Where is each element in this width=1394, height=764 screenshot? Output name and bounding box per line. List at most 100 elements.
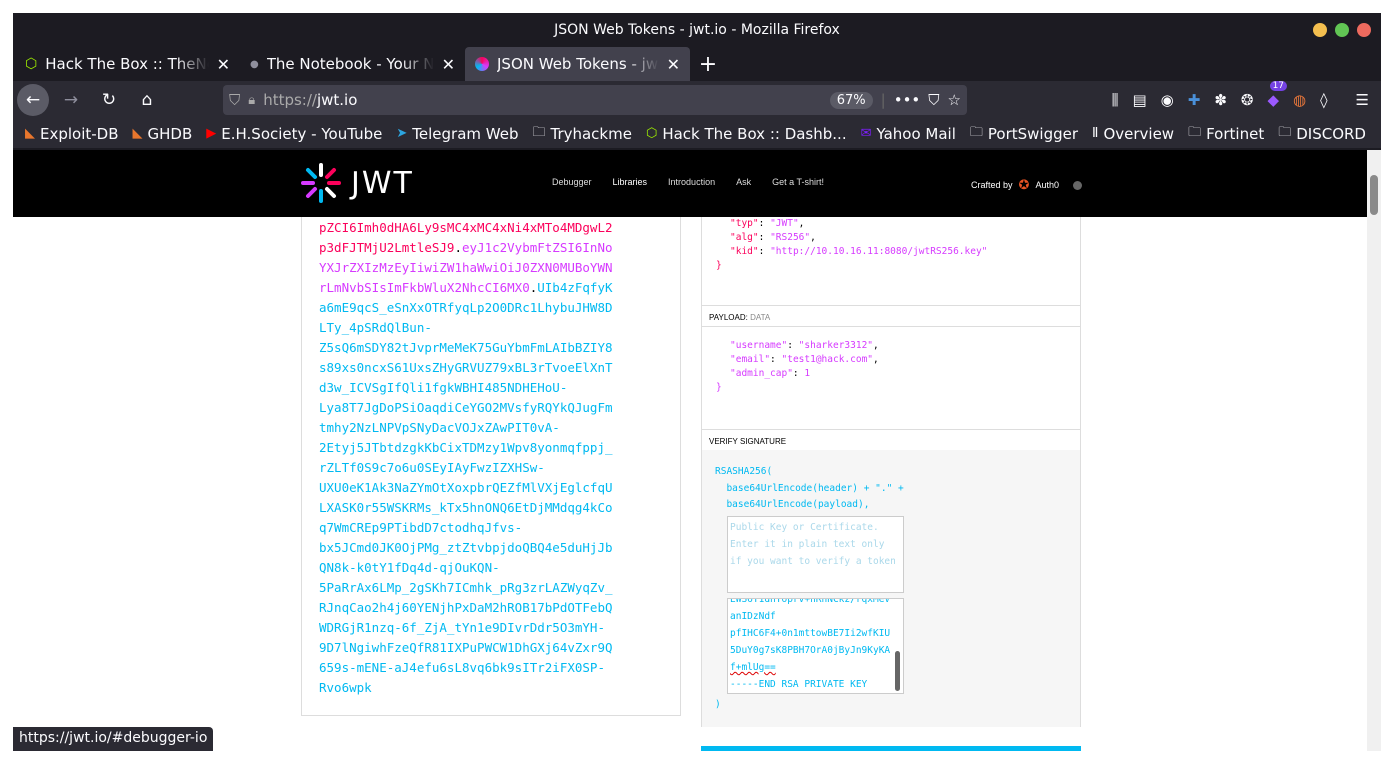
token-segment: UIb4zFqfyK xyxy=(537,280,613,295)
folder-icon: 🗀︎ xyxy=(532,124,546,140)
encoded-line: a6mE9qcS_eSnXxOTRfyqLp2O0DRc1LhybuJHW8D xyxy=(319,298,613,318)
tab-label: Hack The Box :: TheNotebook xyxy=(45,55,208,73)
bookmark-discord[interactable]: 🗀︎ DISCORD xyxy=(1278,123,1366,145)
minimize-button[interactable] xyxy=(1313,23,1327,37)
bookmark-star-icon[interactable]: ☆ xyxy=(948,91,961,109)
encoded-line: Rvo6wpk xyxy=(319,678,372,698)
sig-line: RSASHA256( xyxy=(715,466,773,477)
tab-jwt[interactable]: JSON Web Tokens - jwt.io ✕ xyxy=(465,47,690,81)
more-actions-icon[interactable]: ••• xyxy=(894,91,921,109)
crafted-by[interactable]: Crafted by ✪ Auth0 xyxy=(971,177,1082,193)
close-tab-icon[interactable]: ✕ xyxy=(667,55,680,74)
share-bar[interactable] xyxy=(701,746,1081,751)
pocket-icon[interactable]: ⛉ xyxy=(928,91,939,109)
ghost-extension-icon[interactable]: ◊ xyxy=(1320,91,1327,109)
menu-icon[interactable]: ☰ xyxy=(1356,91,1369,109)
payload-json[interactable]: "username": "sharker3312", "email": "tes… xyxy=(716,339,879,395)
bookmark-yahoo[interactable]: ✉ Yahoo Mail xyxy=(861,125,956,143)
token-segment: YXJrZXIzMzEyIiwiZW1haWwiOiJ0ZXN0MUBoYWN xyxy=(319,260,613,275)
folder-icon: 🗀︎ xyxy=(1188,124,1202,140)
key-scrollbar[interactable] xyxy=(895,651,900,691)
reload-button[interactable]: ↻ xyxy=(93,84,125,116)
bookmark-htb-dashboard[interactable]: ⬡ Hack The Box :: Dashb... xyxy=(646,125,847,143)
encoded-line: WDRGjR1nzq-6f_ZjA_tYn1e9DIvrDdr5O3mYH- xyxy=(319,618,605,638)
cookie-extension-icon[interactable]: ❂ xyxy=(1241,91,1254,109)
url-text[interactable]: https://jwt.io xyxy=(263,91,822,109)
header-kid-value: "http://10.10.16.11:8080/jwtRS256.key" xyxy=(770,246,988,257)
tracking-shield-icon[interactable]: ⛉ xyxy=(229,91,240,109)
bookmark-label: PortSwigger xyxy=(987,124,1079,143)
encoded-line: d3w_ICVSgIfQli1fgkWBHI485NDHEHoU- xyxy=(319,378,567,398)
tab-strip: ⬡ Hack The Box :: TheNotebook ✕ ● The No… xyxy=(13,47,1381,81)
dot-icon: ● xyxy=(250,58,259,70)
tab-label: JSON Web Tokens - jwt.io xyxy=(497,55,659,73)
bookmark-overview[interactable]: Ⅱ Overview xyxy=(1092,125,1174,143)
bookmark-exploit-db[interactable]: ◣ Exploit-DB xyxy=(25,125,119,143)
token-segment: pZCI6Imh0dHA6Ly9sMC4xMC4xNi4xMTo4MDgwL2 xyxy=(319,220,613,235)
token-segment: . xyxy=(454,240,462,255)
key-line: EWS6T1dhToprv+nRnNCkz/rqxMeV xyxy=(730,598,891,605)
close-tab-icon[interactable]: ✕ xyxy=(442,55,455,74)
bookmark-label: Fortinet xyxy=(1206,124,1265,143)
wappalyzer-icon[interactable]: ◍ xyxy=(1293,91,1306,109)
token-segment: 2Etyj5JTbtdzgkKbCixTDMzy1Wpv8yonmqfppj_ xyxy=(319,440,613,455)
bookmark-ghdb[interactable]: ◣ GHDB xyxy=(133,125,193,143)
token-segment: WDRGjR1nzq-6f_ZjA_tYn1e9DIvrDdr5O3mYH- xyxy=(319,620,605,635)
bookmark-ehsociety[interactable]: ▶ E.H.Society - YouTube xyxy=(206,125,382,143)
home-button[interactable]: ⌂ xyxy=(131,84,163,116)
nav-introduction[interactable]: Introduction xyxy=(668,177,715,187)
private-key-input[interactable]: EWS6T1dhToprv+nRnNCkz/rqxMeV anIDzNdf pf… xyxy=(727,598,904,694)
folder-icon: 🗀︎ xyxy=(1278,124,1292,140)
token-segment: a6mE9qcS_eSnXxOTRfyqLp2O0DRc1LhybuJHW8D xyxy=(319,300,613,315)
encoded-line: QN8k-k0tY1fDq4d-qjOuKQN- xyxy=(319,558,500,578)
tab-notebook[interactable]: ● The Notebook - Your Notes ✕ xyxy=(240,47,465,81)
sidebar-icon[interactable]: ▤ xyxy=(1132,91,1146,109)
page-scrollbar[interactable] xyxy=(1367,150,1381,751)
logo-text: JWT xyxy=(351,165,414,201)
encoded-line: Lya8T7JgDoPSiOaqdiCeYGO2MVsfyRQYkQJugFm xyxy=(319,398,613,418)
key-line: 5DuY0g7sK8PBH7OrA0jByJn9KyKA xyxy=(730,645,891,656)
bookmark-fortinet[interactable]: 🗀︎ Fortinet xyxy=(1188,123,1264,145)
forward-button[interactable]: → xyxy=(55,84,87,116)
public-key-input[interactable]: Public Key or Certificate. Enter it in p… xyxy=(727,516,904,593)
lock-icon[interactable]: 🔒︎ xyxy=(248,93,255,108)
exploitdb-icon: ◣ xyxy=(25,126,35,141)
jwt-logo[interactable]: JWT xyxy=(301,163,414,203)
screen: JSON Web Tokens - jwt.io - Mozilla Firef… xyxy=(0,0,1394,764)
payload-sub-label: DATA xyxy=(750,313,771,322)
flag-extension-icon[interactable]: ✚ xyxy=(1188,91,1201,109)
bookmark-tryhackme[interactable]: 🗀︎ Tryhackme xyxy=(532,123,632,145)
token-segment: rZLTf0S9c7o6u0SEyIAyFwzIZXHSw- xyxy=(319,460,545,475)
close-tab-icon[interactable]: ✕ xyxy=(217,55,230,74)
payload-section-header: PAYLOAD: DATA xyxy=(702,305,1080,327)
new-tab-button[interactable]: + xyxy=(690,47,726,81)
header-json[interactable]: "typ": "JWT", "alg": "RS256", "kid": "ht… xyxy=(716,217,987,273)
paw-extension-icon[interactable]: ✽ xyxy=(1214,91,1227,109)
nav-ask[interactable]: Ask xyxy=(736,177,751,187)
close-window-button[interactable] xyxy=(1357,23,1371,37)
bookmark-portswigger[interactable]: 🗀︎ PortSwigger xyxy=(970,123,1078,145)
nav-libraries[interactable]: Libraries xyxy=(613,177,648,187)
payload-label: PAYLOAD: xyxy=(709,313,748,322)
back-button[interactable]: ← xyxy=(17,84,49,116)
zoom-indicator[interactable]: 67% xyxy=(829,91,873,109)
encoded-panel[interactable]: pZCI6Imh0dHA6Ly9sMC4xMC4xNi4xMTo4MDgwL2 p… xyxy=(301,217,681,716)
firefox-window: JSON Web Tokens - jwt.io - Mozilla Firef… xyxy=(13,13,1381,751)
nav-tshirt[interactable]: Get a T-shirt! xyxy=(772,177,824,187)
url-bar[interactable]: ⛉ 🔒︎ https://jwt.io 67% | ••• ⛉ ☆ xyxy=(223,85,967,115)
extension-badge-icon[interactable]: ◆ 17 xyxy=(1267,81,1288,109)
payload-admincap-value: 1 xyxy=(804,368,811,379)
library-icon[interactable]: ⫼ xyxy=(1112,91,1119,109)
title-bar: JSON Web Tokens - jwt.io - Mozilla Firef… xyxy=(13,13,1381,47)
scrollbar-thumb[interactable] xyxy=(1370,175,1378,215)
crafted-by-label: Crafted by xyxy=(971,180,1013,190)
json-close-brace: } xyxy=(716,382,722,393)
bookmark-label: DISCORD xyxy=(1296,124,1366,143)
account-icon[interactable]: ◉ xyxy=(1161,91,1174,109)
maximize-button[interactable] xyxy=(1335,23,1349,37)
key-line: -----END RSA PRIVATE KEY xyxy=(730,679,868,690)
tab-htb[interactable]: ⬡ Hack The Box :: TheNotebook ✕ xyxy=(15,47,240,81)
bookmark-telegram[interactable]: ➤ Telegram Web xyxy=(396,125,518,143)
nav-debugger[interactable]: Debugger xyxy=(552,177,592,187)
info-dot-icon[interactable] xyxy=(1072,180,1082,190)
